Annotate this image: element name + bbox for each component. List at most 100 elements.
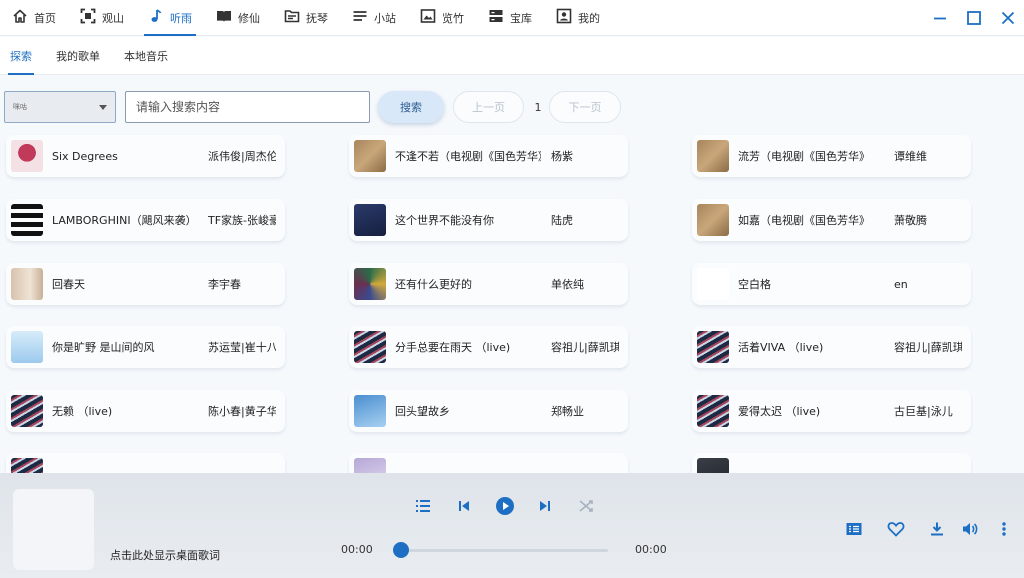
- tab-explore[interactable]: 探索: [4, 37, 38, 75]
- song-card[interactable]: 这个世界不能没有你 陆虎: [349, 199, 628, 241]
- album-cover: [354, 268, 386, 300]
- next-page-button[interactable]: 下一页: [549, 91, 621, 123]
- nav-label: 宝库: [510, 11, 532, 25]
- maximize-icon[interactable]: [964, 8, 984, 28]
- favorite-icon[interactable]: [885, 518, 907, 540]
- song-title: 回头望故乡: [395, 405, 450, 418]
- scan-icon: [80, 8, 96, 27]
- total-time: 00:00: [635, 543, 667, 556]
- album-cover: [697, 458, 729, 473]
- chevron-down-icon: [99, 104, 107, 110]
- tab-local-music[interactable]: 本地音乐: [118, 37, 174, 75]
- album-cover: [354, 140, 386, 172]
- home-icon: [12, 8, 28, 27]
- more-icon[interactable]: [993, 518, 1015, 540]
- song-card[interactable]: 回头望故乡 郑畅业: [349, 390, 628, 432]
- playlist-icon[interactable]: [412, 495, 434, 517]
- song-card[interactable]: 不逢不若（电视剧《国色芳华》 杨紫: [349, 135, 628, 177]
- minimize-icon[interactable]: [930, 8, 950, 28]
- song-title: 分手总要在雨天 （live): [395, 341, 511, 354]
- song-title: 空白格: [738, 278, 771, 291]
- song-artist: 容祖儿|薛凯琪: [551, 341, 619, 354]
- song-card[interactable]: 空白格 en: [692, 263, 971, 305]
- nav-item-lanzhu[interactable]: 览竹: [408, 0, 476, 36]
- song-card[interactable]: [692, 453, 971, 473]
- song-card[interactable]: 爱得太迟 （live) 古巨基|泳儿: [692, 390, 971, 432]
- song-card[interactable]: 流芳（电视剧《国色芳华》 谭维维: [692, 135, 971, 177]
- nav-label: 小站: [374, 11, 396, 25]
- nav-item-xiuxian[interactable]: 修仙: [204, 0, 272, 36]
- play-icon[interactable]: [494, 495, 516, 517]
- nav-item-fuqin[interactable]: 抚琴: [272, 0, 340, 36]
- search-input[interactable]: [125, 91, 370, 123]
- nav-label: 首页: [34, 11, 56, 25]
- nav-label: 听雨: [170, 11, 192, 25]
- music-note-icon: [148, 8, 164, 27]
- close-icon[interactable]: [998, 8, 1018, 28]
- song-title: 活着VIVA （live): [738, 341, 824, 354]
- nav-item-xiaozhan[interactable]: 小站: [340, 0, 408, 36]
- song-card[interactable]: 无赖 （live) 陈小春|黄子华: [6, 390, 285, 432]
- nav-item-tingyu[interactable]: 听雨: [136, 0, 204, 36]
- search-button[interactable]: 搜索: [378, 91, 444, 123]
- nav-item-home[interactable]: 首页: [0, 0, 68, 36]
- image-icon: [420, 8, 436, 27]
- progress-thumb[interactable]: [393, 542, 409, 558]
- album-cover: [697, 268, 729, 300]
- album-cover: [354, 395, 386, 427]
- previous-track-icon[interactable]: [453, 495, 475, 517]
- song-artist: 陈小春|黄子华: [208, 405, 276, 418]
- prev-page-button[interactable]: 上一页: [453, 91, 524, 123]
- song-title: 流芳（电视剧《国色芳华》: [738, 150, 870, 163]
- source-select[interactable]: 咪咕: [4, 91, 116, 123]
- book-icon: [216, 8, 232, 27]
- nav-label: 我的: [578, 11, 600, 25]
- user-icon: [556, 8, 572, 27]
- album-cover: [354, 458, 386, 473]
- lyrics-panel-icon[interactable]: [843, 518, 865, 540]
- song-card[interactable]: Six Degrees 派伟俊|周杰伦: [6, 135, 285, 177]
- window-controls: [930, 0, 1018, 36]
- song-title: LAMBORGHINI（飓风来袭）: [52, 214, 197, 227]
- album-cover: [354, 204, 386, 236]
- nav-label: 抚琴: [306, 11, 328, 25]
- song-card[interactable]: 活着VIVA （live) 容祖儿|薛凯琪: [692, 326, 971, 368]
- song-artist: 萧敬腾: [894, 214, 927, 227]
- download-icon[interactable]: [926, 518, 948, 540]
- song-artist: TF家族-张峻豪: [208, 214, 276, 227]
- album-cover: [697, 395, 729, 427]
- song-card[interactable]: 你是旷野 是山间的风 苏运莹|崔十八: [6, 326, 285, 368]
- song-card[interactable]: 回春天 李宇春: [6, 263, 285, 305]
- desktop-lyrics-toggle[interactable]: 点击此处显示桌面歌词: [110, 547, 220, 563]
- song-grid: Six Degrees 派伟俊|周杰伦 不逢不若（电视剧《国色芳华》 杨紫 流芳（电视剧…: [0, 131, 1024, 473]
- song-artist: 李宇春: [208, 278, 241, 291]
- folder-icon: [284, 8, 300, 27]
- nav-item-guanshan[interactable]: 观山: [68, 0, 136, 36]
- song-card[interactable]: 分手总要在雨天 （live) 容祖儿|薛凯琪: [349, 326, 628, 368]
- song-card[interactable]: [6, 453, 285, 473]
- song-artist: 杨紫: [551, 150, 573, 163]
- album-cover: [697, 140, 729, 172]
- song-card[interactable]: 如嘉（电视剧《国色芳华》 萧敬腾: [692, 199, 971, 241]
- album-cover: [11, 268, 43, 300]
- progress-track[interactable]: [401, 549, 608, 552]
- album-cover: [11, 204, 43, 236]
- song-artist: 陆虎: [551, 214, 573, 227]
- page-number: 1: [534, 100, 542, 114]
- song-title: 爱得太迟 （live): [738, 405, 821, 418]
- song-card[interactable]: 还有什么更好的 单依纯: [349, 263, 628, 305]
- song-artist: 谭维维: [894, 150, 927, 163]
- song-card[interactable]: LAMBORGHINI（飓风来袭） TF家族-张峻豪: [6, 199, 285, 241]
- shuffle-icon[interactable]: [575, 495, 597, 517]
- volume-icon[interactable]: [959, 518, 981, 540]
- next-track-icon[interactable]: [534, 495, 556, 517]
- song-artist: 单依纯: [551, 278, 584, 291]
- tab-my-playlists[interactable]: 我的歌单: [50, 37, 106, 75]
- song-artist: 苏运莹|崔十八: [208, 341, 276, 354]
- nav-item-baoku[interactable]: 宝库: [476, 0, 544, 36]
- top-navigation: 首页 观山 听雨 修仙 抚琴 小站 览竹 宝库 我的: [0, 0, 1024, 36]
- song-card[interactable]: [349, 453, 628, 473]
- song-artist: 郑畅业: [551, 405, 584, 418]
- nav-item-wode[interactable]: 我的: [544, 0, 612, 36]
- song-artist: 容祖儿|薛凯琪: [894, 341, 962, 354]
